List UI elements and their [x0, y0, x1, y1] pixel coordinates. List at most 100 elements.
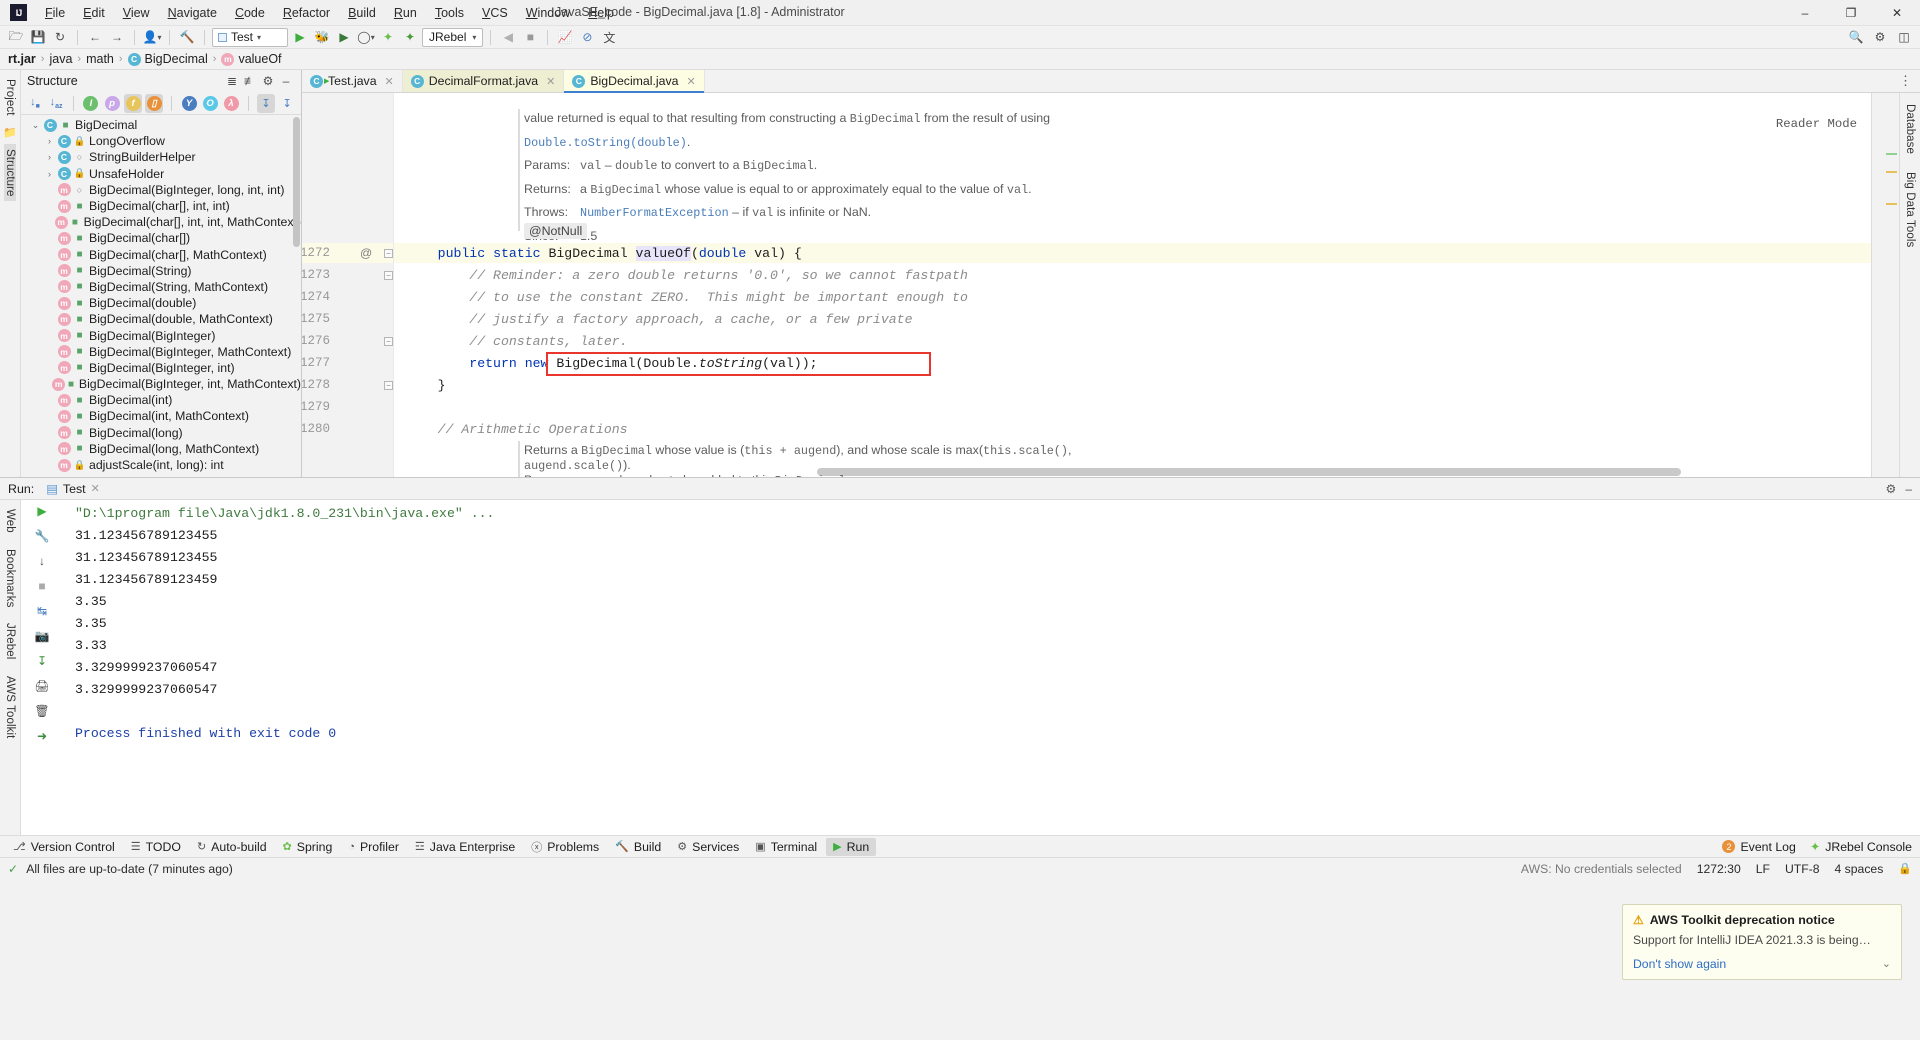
translate-icon[interactable]: 文: [599, 28, 619, 47]
line-number[interactable]: 1280: [302, 422, 330, 436]
console-output[interactable]: "D:\1program file\Java\jdk1.8.0_231\bin\…: [63, 500, 1920, 835]
collapse-all-icon[interactable]: ≢: [241, 74, 259, 88]
tree-item[interactable]: m ■ BigDecimal(char[], MathContext): [21, 247, 301, 263]
tree-item[interactable]: m 🔒 adjustScale(int, long): int: [21, 457, 301, 473]
tool-window-database[interactable]: Database: [1904, 99, 1916, 159]
no-entry-icon[interactable]: ⊘: [577, 28, 597, 47]
tool-window-button-autobuild[interactable]: ↻ Auto-build: [190, 838, 274, 856]
show-non-public-icon[interactable]: ▯: [145, 93, 164, 113]
autoscroll-to-source-icon[interactable]: ↧: [257, 93, 276, 113]
tree-item[interactable]: m ■ BigDecimal(long): [21, 425, 301, 441]
code-fold-icon[interactable]: −: [384, 337, 393, 346]
horizontal-scrollbar[interactable]: [817, 468, 1681, 476]
tree-item[interactable]: m ■ BigDecimal(int): [21, 392, 301, 408]
breadcrumb-item-rtjar[interactable]: rt.jar: [8, 52, 36, 66]
line-number[interactable]: 1279: [302, 400, 330, 414]
code-line[interactable]: // justify a factory approach, a cache, …: [406, 312, 912, 327]
indent-setting[interactable]: 4 spaces: [1835, 862, 1884, 876]
breadcrumb-item-bigdecimal[interactable]: C BigDecimal: [127, 52, 208, 66]
show-anonymous-icon[interactable]: Y: [180, 94, 198, 113]
code-fold-icon[interactable]: −: [384, 381, 393, 390]
clear-all-icon[interactable]: 🗑: [34, 704, 49, 718]
code-line[interactable]: // Arithmetic Operations: [406, 422, 628, 437]
tree-item[interactable]: m ■ BigDecimal(char[]): [21, 230, 301, 246]
tool-window-button-spring[interactable]: ✿ Spring: [276, 838, 340, 856]
search-icon[interactable]: 🔍: [1846, 28, 1866, 47]
jrebel-selector[interactable]: JRebel ▾: [422, 27, 484, 47]
show-fields-icon[interactable]: f: [124, 93, 143, 113]
code-fold-icon[interactable]: −: [384, 249, 393, 258]
build-hammer-icon[interactable]: 🔨: [177, 28, 197, 47]
tree-item[interactable]: m ■ BigDecimal(String): [21, 263, 301, 279]
autoscroll-from-source-icon[interactable]: ↧: [278, 94, 296, 113]
tree-item[interactable]: m ○ BigDecimal(BigInteger, long, int, int): [21, 182, 301, 198]
jrebel-run-icon[interactable]: ✦: [378, 28, 398, 47]
javadoc-text[interactable]: Double.toString(double): [524, 136, 687, 150]
editor-gutter[interactable]: 1272 @ − 1273 − 1274 1275 1276 − 1277 1278 − 1279 128…: [302, 93, 394, 477]
line-number[interactable]: 1278: [302, 378, 330, 392]
code-viewport[interactable]: Reader Mode value returned is equal to t…: [394, 93, 1871, 477]
tree-item[interactable]: ⌄ C ■ BigDecimal: [21, 117, 301, 133]
menu-item-navigate[interactable]: Navigate: [159, 3, 226, 23]
code-line[interactable]: // constants, later.: [406, 334, 627, 349]
tool-window-button-problems[interactable]: ⓧ Problems: [524, 837, 606, 857]
javadoc-text[interactable]: NumberFormatException: [580, 206, 729, 220]
line-number[interactable]: 1276: [302, 334, 330, 348]
caret-position[interactable]: 1272:30: [1697, 862, 1741, 876]
breadcrumb-item-java[interactable]: java: [49, 52, 72, 66]
settings-gear-icon[interactable]: ⚙: [259, 74, 277, 88]
show-lambdas-icon[interactable]: λ: [222, 94, 240, 113]
tool-window-button-javaenterprise[interactable]: ☲ Java Enterprise: [408, 838, 522, 856]
camera-icon[interactable]: 📷: [35, 629, 50, 643]
breadcrumb-item-valueof[interactable]: m valueOf: [221, 52, 282, 66]
stop-icon[interactable]: ■: [38, 579, 45, 593]
line-separator[interactable]: LF: [1756, 862, 1770, 876]
undo-icon[interactable]: ◀: [498, 28, 518, 47]
tree-twisty[interactable]: ⌄: [29, 120, 42, 131]
tool-window-bigdatatools[interactable]: Big Data Tools: [1904, 167, 1916, 252]
wrench-icon[interactable]: 🔧: [35, 529, 50, 543]
menu-item-vcs[interactable]: VCS: [473, 3, 517, 23]
tree-item[interactable]: › C ○ StringBuilderHelper: [21, 149, 301, 165]
sort-by-visibility-icon[interactable]: ↓■: [26, 94, 44, 113]
minimize-button[interactable]: –: [1782, 0, 1828, 26]
forward-arrow-icon[interactable]: →: [107, 28, 127, 47]
expand-all-icon[interactable]: ≣: [223, 74, 241, 88]
jrebel-debug-icon[interactable]: ✦: [400, 28, 420, 47]
sort-alphabetically-icon[interactable]: ↓az: [47, 94, 65, 113]
tool-window-bookmarks[interactable]: Bookmarks: [4, 544, 16, 612]
tree-item[interactable]: m ■ BigDecimal(double): [21, 295, 301, 311]
close-icon[interactable]: ✕: [91, 482, 100, 495]
tree-item[interactable]: m ■ BigDecimal(int, MathContext): [21, 408, 301, 424]
editor-tab-testjava[interactable]: C ▶ Test.java ✕: [302, 70, 403, 92]
show-properties-icon[interactable]: p: [103, 94, 121, 113]
tree-item[interactable]: m ■ BigDecimal(String, MathContext): [21, 279, 301, 295]
settings-gear-icon[interactable]: ⚙: [1870, 28, 1890, 47]
tree-twisty[interactable]: ›: [43, 169, 56, 179]
tool-window-project[interactable]: Project: [4, 74, 16, 121]
tool-window-aws-toolkit[interactable]: AWS Toolkit: [4, 671, 16, 743]
menu-item-build[interactable]: Build: [339, 3, 385, 23]
tree-item[interactable]: › C 🔒 UnsafeHolder: [21, 166, 301, 182]
aws-credentials-label[interactable]: AWS: No credentials selected: [1521, 862, 1682, 876]
tree-item[interactable]: › C 🔒 LongOverflow: [21, 133, 301, 149]
tool-window-button-todo[interactable]: ☰ TODO: [124, 838, 188, 856]
menu-item-edit[interactable]: Edit: [74, 3, 114, 23]
tree-twisty[interactable]: ›: [43, 136, 56, 146]
show-inherited-icon[interactable]: I: [82, 94, 100, 113]
settings-gear-icon[interactable]: ⚙: [1886, 482, 1897, 496]
open-folder-icon[interactable]: 🗁: [6, 28, 26, 47]
tool-window-web[interactable]: Web: [4, 504, 16, 538]
tool-window-button-versioncontrol[interactable]: ⎇ Version Control: [6, 838, 122, 856]
line-number[interactable]: 1277: [302, 356, 330, 370]
tree-item[interactable]: m ■ BigDecimal(BigInteger, int, MathContex…: [21, 376, 301, 392]
debug-button[interactable]: 🐝: [312, 28, 332, 47]
menu-item-view[interactable]: View: [114, 3, 159, 23]
print-icon[interactable]: 🖨: [34, 679, 49, 693]
event-log-button[interactable]: 2 Event Log: [1722, 840, 1796, 854]
run-tab-test[interactable]: ▤ Test ✕: [40, 479, 106, 498]
code-fold-icon[interactable]: −: [384, 271, 393, 280]
tool-window-button-services[interactable]: ⚙ Services: [670, 838, 746, 856]
editor-marker-strip[interactable]: [1871, 93, 1899, 477]
line-number[interactable]: 1275: [302, 312, 330, 326]
